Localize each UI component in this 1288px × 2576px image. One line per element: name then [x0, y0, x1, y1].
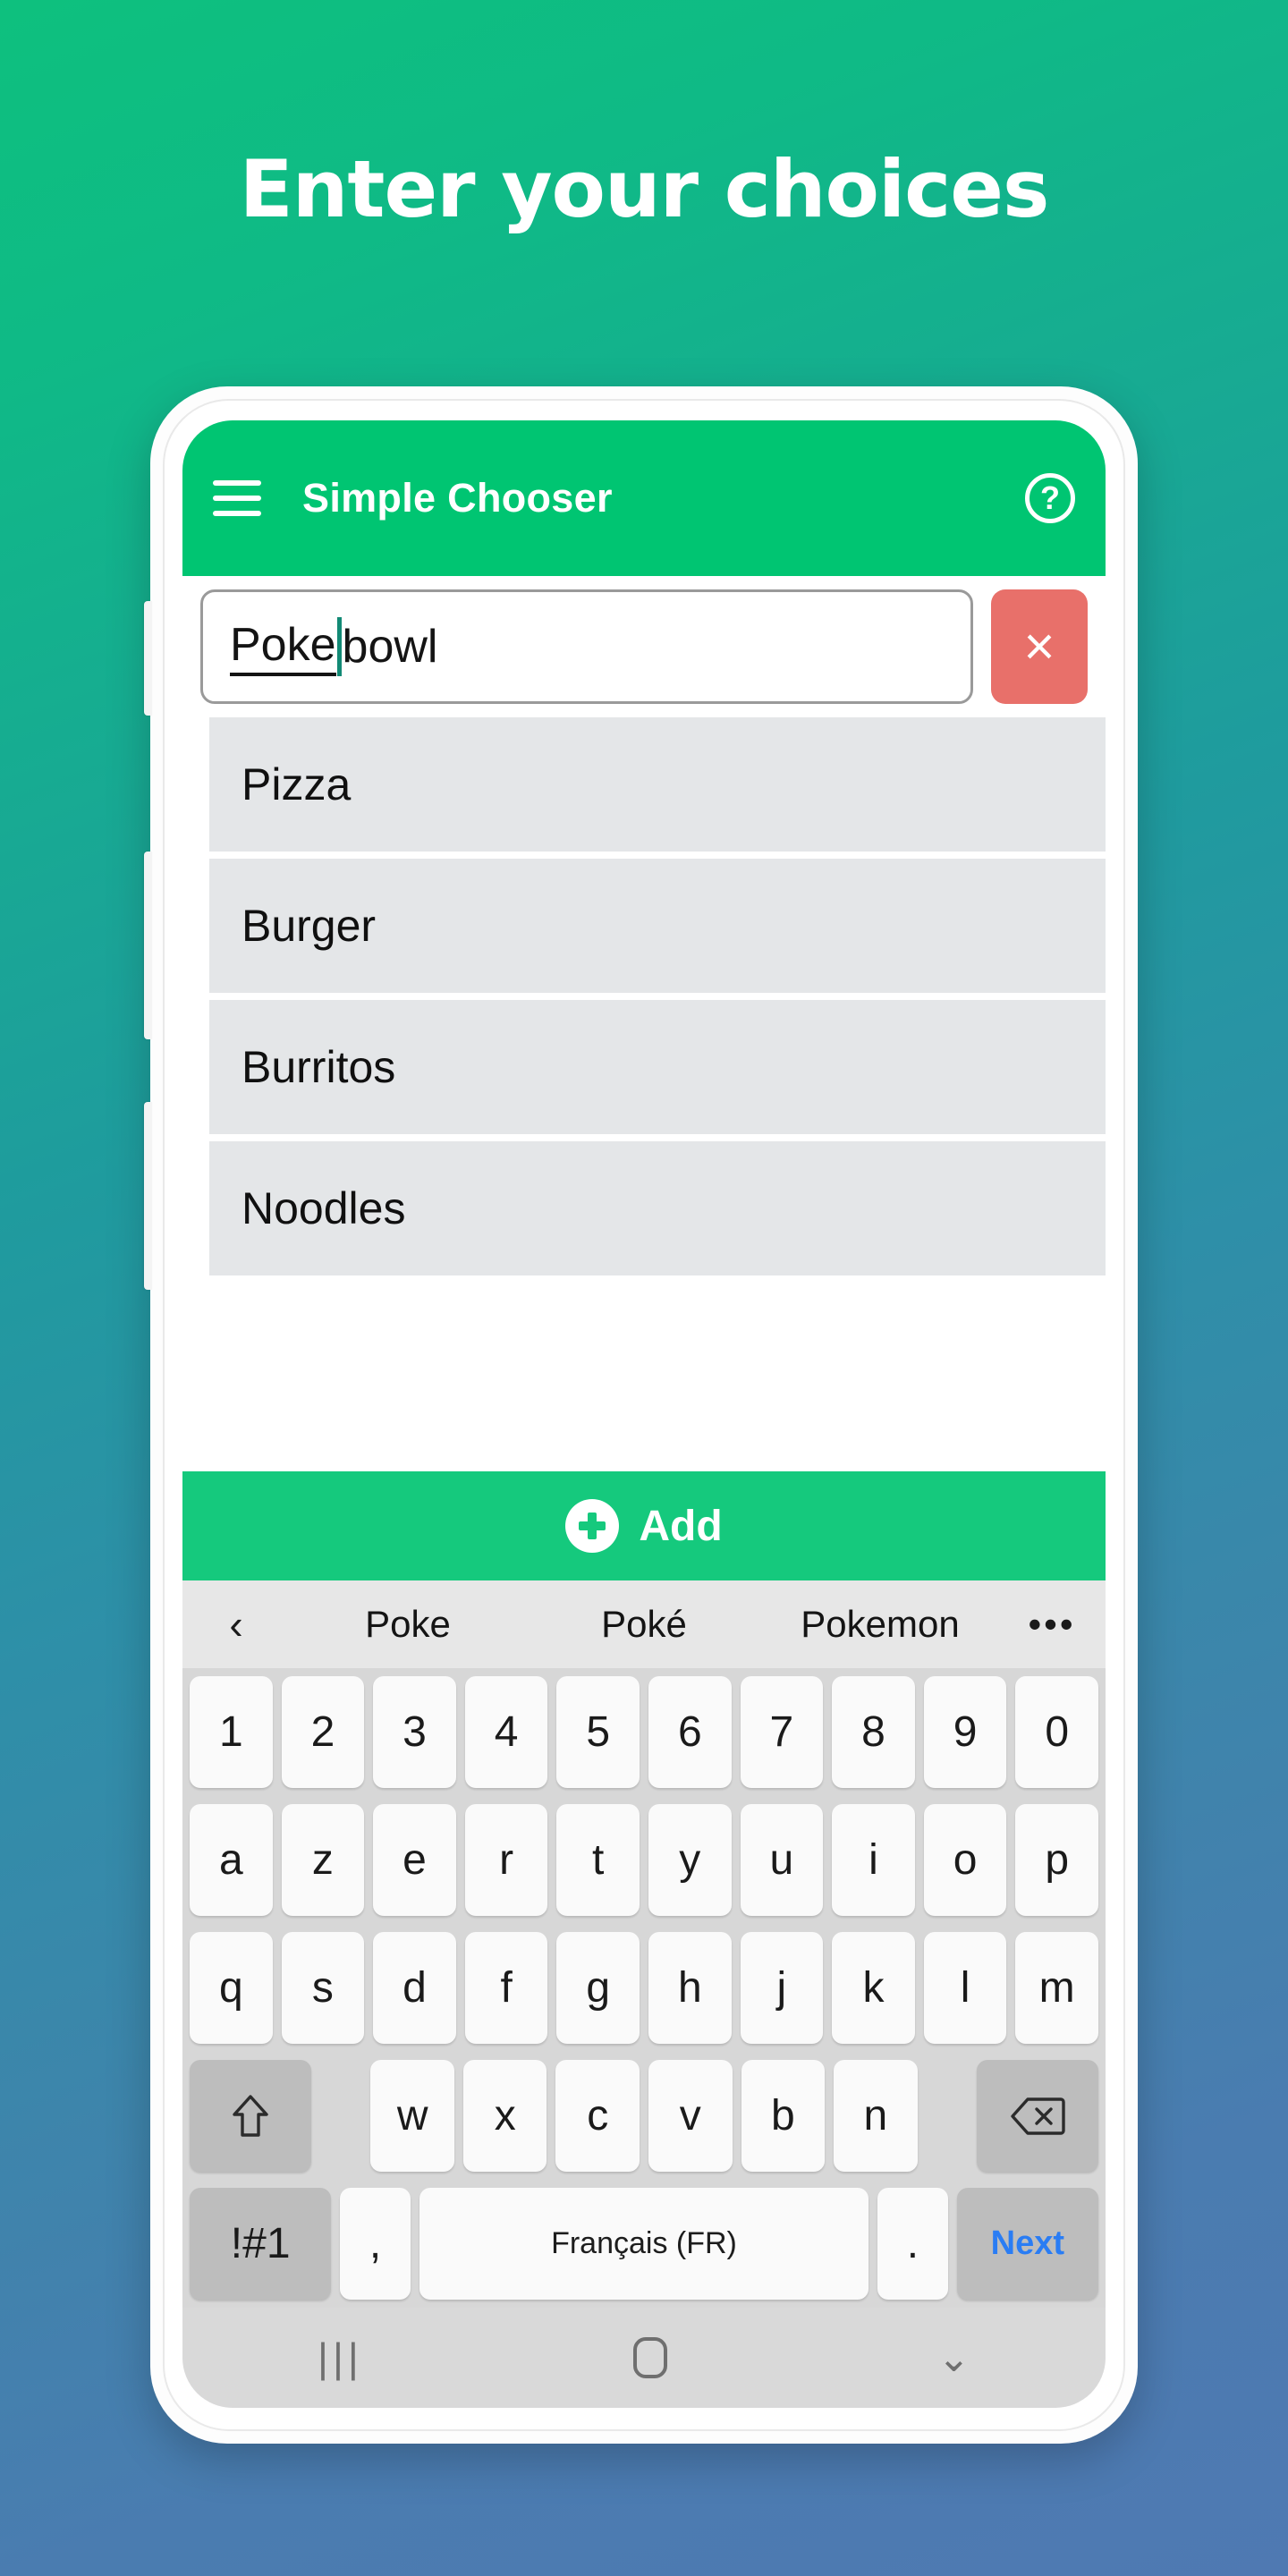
key-z[interactable]: z	[281, 1804, 365, 1916]
key-k[interactable]: k	[832, 1932, 915, 2044]
row3-right-spacer	[927, 2060, 969, 2172]
input-composing-text: Poke	[230, 618, 336, 676]
app-bar: Simple Chooser ?	[182, 420, 1106, 576]
suggestion-item[interactable]: Pokemon	[762, 1603, 998, 1646]
phone-screen: Simple Chooser ? Poke bowl × Pizza Burge…	[182, 420, 1106, 2408]
key-v[interactable]: v	[648, 2060, 733, 2172]
key-5[interactable]: 5	[556, 1676, 640, 1788]
shift-key[interactable]	[190, 2060, 311, 2172]
keyboard-row-2: q s d f g h j k l m	[182, 1924, 1106, 2052]
key-m[interactable]: m	[1015, 1932, 1098, 2044]
clear-input-button[interactable]: ×	[991, 589, 1088, 704]
suggestion-more-icon[interactable]: •••	[998, 1603, 1106, 1646]
key-q[interactable]: q	[190, 1932, 273, 2044]
key-1[interactable]: 1	[190, 1676, 273, 1788]
choice-input[interactable]: Poke bowl	[200, 589, 973, 704]
hamburger-menu-icon[interactable]	[213, 480, 261, 516]
key-h[interactable]: h	[648, 1932, 732, 2044]
key-c[interactable]: c	[555, 2060, 640, 2172]
key-i[interactable]: i	[832, 1804, 915, 1916]
key-r[interactable]: r	[464, 1804, 548, 1916]
suggestion-item[interactable]: Poké	[526, 1603, 762, 1646]
list-item[interactable]: Noodles	[209, 1141, 1106, 1275]
keyboard-row-1: a z e r t y u i o p	[182, 1796, 1106, 1924]
text-cursor	[336, 617, 342, 676]
key-d[interactable]: d	[373, 1932, 456, 2044]
list-item[interactable]: Burger	[209, 859, 1106, 993]
key-s[interactable]: s	[281, 1932, 365, 2044]
key-6[interactable]: 6	[648, 1676, 732, 1788]
key-7[interactable]: 7	[740, 1676, 824, 1788]
list-item[interactable]: Pizza	[209, 717, 1106, 852]
key-t[interactable]: t	[556, 1804, 640, 1916]
key-n[interactable]: n	[834, 2060, 918, 2172]
key-w[interactable]: w	[370, 2060, 454, 2172]
keyboard-row-3: w x c v b n	[182, 2052, 1106, 2180]
phone-side-button-bottom	[144, 1102, 152, 1290]
key-e[interactable]: e	[373, 1804, 456, 1916]
help-icon[interactable]: ?	[1025, 473, 1075, 523]
keyboard-row-bottom: !#1 , Français (FR) . Next	[182, 2180, 1106, 2308]
add-button[interactable]: Add	[182, 1471, 1106, 1580]
comma-key[interactable]: ,	[340, 2188, 411, 2300]
key-g[interactable]: g	[556, 1932, 640, 2044]
row3-left-spacer	[320, 2060, 362, 2172]
choices-list: Pizza Burger Burritos Noodles	[182, 717, 1106, 1471]
key-b[interactable]: b	[741, 2060, 826, 2172]
backspace-key[interactable]	[977, 2060, 1098, 2172]
input-row: Poke bowl ×	[182, 576, 1106, 717]
plus-circle-icon	[565, 1499, 620, 1553]
recents-icon[interactable]: |||	[318, 2334, 363, 2382]
suggestion-back-icon[interactable]: ‹	[182, 1600, 290, 1648]
page-title: Enter your choices	[239, 143, 1050, 235]
phone-frame: Simple Chooser ? Poke bowl × Pizza Burge…	[144, 386, 1138, 2444]
key-j[interactable]: j	[740, 1932, 824, 2044]
key-l[interactable]: l	[923, 1932, 1007, 2044]
backspace-icon	[1011, 2097, 1065, 2135]
next-key[interactable]: Next	[956, 2188, 1098, 2300]
key-p[interactable]: p	[1015, 1804, 1098, 1916]
key-o[interactable]: o	[923, 1804, 1007, 1916]
key-x[interactable]: x	[462, 2060, 547, 2172]
key-8[interactable]: 8	[832, 1676, 915, 1788]
space-key[interactable]: Français (FR)	[419, 2188, 869, 2300]
list-item[interactable]: Burritos	[209, 1000, 1106, 1134]
app-title: Simple Chooser	[302, 475, 613, 521]
virtual-keyboard: ‹ Poke Poké Pokemon ••• 1 2 3 4 5 6 7 8 …	[182, 1580, 1106, 2308]
suggestion-bar: ‹ Poke Poké Pokemon •••	[182, 1580, 1106, 1668]
shift-arrow-icon	[233, 2094, 268, 2137]
add-button-label: Add	[639, 1502, 723, 1550]
key-9[interactable]: 9	[923, 1676, 1007, 1788]
chevron-down-icon[interactable]: ⌄	[937, 2335, 970, 2381]
key-4[interactable]: 4	[464, 1676, 548, 1788]
key-f[interactable]: f	[464, 1932, 548, 2044]
key-3[interactable]: 3	[373, 1676, 456, 1788]
home-icon[interactable]	[632, 2337, 667, 2378]
key-2[interactable]: 2	[281, 1676, 365, 1788]
key-0[interactable]: 0	[1015, 1676, 1098, 1788]
phone-side-button-middle	[144, 852, 152, 1039]
key-a[interactable]: a	[190, 1804, 273, 1916]
key-y[interactable]: y	[648, 1804, 732, 1916]
suggestion-item[interactable]: Poke	[290, 1603, 526, 1646]
symbols-key[interactable]: !#1	[190, 2188, 332, 2300]
period-key[interactable]: .	[877, 2188, 948, 2300]
input-rest-text: bowl	[342, 621, 438, 673]
android-nav-bar: ||| ⌄	[182, 2308, 1106, 2408]
keyboard-row-digits: 1 2 3 4 5 6 7 8 9 0	[182, 1668, 1106, 1796]
key-u[interactable]: u	[740, 1804, 824, 1916]
phone-side-button-top	[144, 601, 152, 716]
